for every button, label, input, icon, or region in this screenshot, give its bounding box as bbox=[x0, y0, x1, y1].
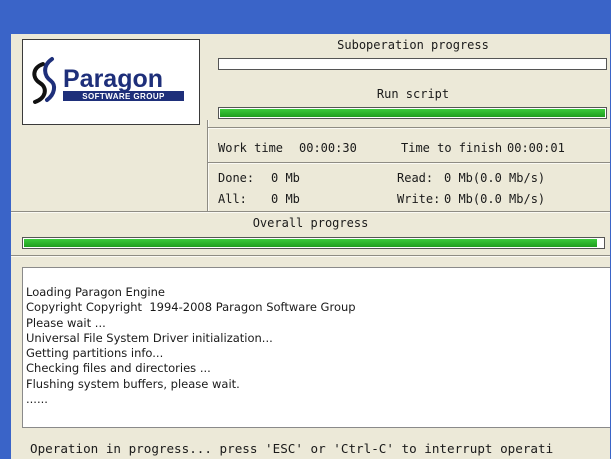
log-line: ...... bbox=[26, 392, 48, 407]
overall-progress-fill bbox=[24, 239, 598, 247]
write-label: Write: bbox=[397, 192, 441, 206]
work-time-label: Work time bbox=[218, 141, 284, 155]
divider-1 bbox=[208, 127, 610, 129]
suboperation-title: Suboperation progress bbox=[337, 38, 489, 52]
done-label: Done: bbox=[218, 171, 255, 185]
overall-progress-bar bbox=[22, 237, 605, 249]
log-line: Universal File System Driver initializat… bbox=[26, 330, 273, 345]
done-value: 0 Mb bbox=[271, 171, 300, 185]
work-time-value: 00:00:30 bbox=[299, 141, 357, 155]
step-title: Run script bbox=[376, 87, 450, 101]
divider-3 bbox=[11, 211, 610, 213]
divider-4 bbox=[11, 255, 610, 257]
logo-brand: Paragon bbox=[63, 65, 163, 93]
log-line: Copyright Copyright 1994-2008 Paragon So… bbox=[26, 300, 356, 315]
status-line: Operation in progress... press 'ESC' or … bbox=[30, 441, 554, 456]
read-label: Read: bbox=[397, 171, 434, 185]
paragon-logo: Paragon SOFTWARE GROUP bbox=[22, 39, 200, 125]
divider-2 bbox=[208, 162, 610, 164]
progress-dialog: Paragon SOFTWARE GROUP Suboperation prog… bbox=[11, 34, 610, 459]
step-progress-fill bbox=[220, 109, 605, 117]
log-line: Checking files and directories ... bbox=[26, 361, 211, 376]
overall-progress-title: Overall progress bbox=[252, 216, 369, 230]
suboperation-progress-bar bbox=[218, 58, 607, 70]
write-value: 0 Mb(0.0 Mb/s) bbox=[444, 192, 546, 206]
step-progress-bar bbox=[218, 107, 607, 119]
time-to-finish-label: Time to finish bbox=[401, 141, 503, 155]
all-value: 0 Mb bbox=[271, 192, 300, 206]
log-line: Getting partitions info... bbox=[26, 346, 164, 361]
logo-tagline: SOFTWARE GROUP bbox=[82, 92, 165, 101]
vertical-divider bbox=[207, 120, 209, 211]
log-line: Flushing system buffers, please wait. bbox=[26, 376, 240, 391]
read-value: 0 Mb(0.0 Mb/s) bbox=[444, 171, 546, 185]
log-output: Loading Paragon Engine Copyright Copyrigh… bbox=[22, 267, 610, 428]
log-line: Loading Paragon Engine bbox=[26, 285, 165, 299]
paragon-logo-icon: Paragon SOFTWARE GROUP bbox=[32, 57, 184, 104]
all-label: All: bbox=[218, 192, 247, 206]
time-to-finish-value: 00:00:01 bbox=[507, 141, 565, 155]
log-line: Please wait ... bbox=[26, 315, 106, 330]
